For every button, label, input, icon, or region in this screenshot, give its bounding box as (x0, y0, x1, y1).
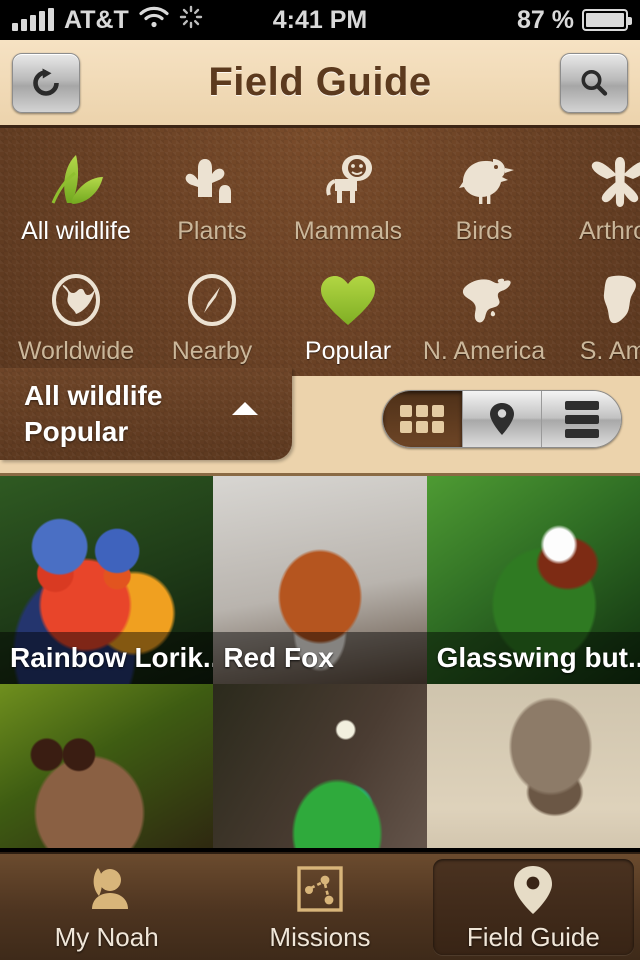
category-label: Mammals (293, 216, 403, 245)
category-plants[interactable]: Plants (144, 136, 280, 256)
category-label: Plants (177, 216, 247, 245)
category-label: Arthrop (579, 216, 640, 245)
globe-icon (45, 267, 107, 333)
search-button[interactable] (560, 52, 628, 113)
search-icon (581, 69, 608, 96)
species-name: Glasswing but... (426, 632, 640, 684)
tab-bar: My Noah Missions Field Guide (0, 852, 640, 960)
species-card[interactable] (426, 684, 640, 848)
grid-icon (400, 405, 445, 433)
heart-icon (317, 267, 379, 333)
category-label: Worldwide (17, 336, 135, 365)
tab-missions[interactable]: Missions (219, 859, 420, 955)
south-america-icon (589, 267, 640, 333)
species-card[interactable] (213, 684, 427, 848)
species-name: Rainbow Lorik... (0, 632, 214, 684)
species-card[interactable]: Red Fox (213, 476, 427, 684)
refresh-icon (33, 68, 59, 96)
battery-percent-label: 87 % (517, 5, 574, 34)
tab-label: Missions (269, 921, 371, 952)
species-card[interactable]: Glasswing but... (426, 476, 640, 684)
species-card[interactable]: Rainbow Lorik... (0, 476, 214, 684)
species-grid: Rainbow Lorik... Red Fox Glasswing but..… (0, 476, 640, 848)
category-row-type[interactable]: All wildlife Plants Mammals Birds Arthr (0, 136, 640, 256)
category-label: All wildlife (21, 216, 131, 245)
category-row-region[interactable]: Worldwide Nearby Popular N. America S. A… (0, 256, 640, 376)
category-label: S. Ame (579, 336, 640, 365)
navigation-bar: Field Guide (0, 40, 640, 128)
map-pin-icon (510, 862, 556, 916)
category-birds[interactable]: Birds (416, 136, 552, 256)
chevron-up-icon[interactable] (232, 402, 258, 415)
cactus-icon (181, 147, 243, 213)
filter-summary[interactable]: All wildlife Popular (0, 368, 292, 460)
tab-my-noah[interactable]: My Noah (6, 859, 207, 955)
refresh-button[interactable] (12, 52, 80, 113)
category-popular[interactable]: Popular (280, 256, 416, 376)
view-option-map[interactable] (461, 391, 542, 447)
status-right: 87 % (517, 5, 632, 35)
filter-bar: All wildlife Popular (0, 376, 640, 476)
tab-label: My Noah (54, 921, 159, 952)
person-leaf-icon (76, 862, 138, 916)
category-all-wildlife[interactable]: All wildlife (8, 136, 144, 256)
view-option-list[interactable] (541, 391, 621, 447)
species-photo (0, 684, 214, 848)
view-option-grid[interactable] (383, 391, 462, 447)
page-title: Field Guide (208, 60, 432, 104)
category-label: Birds (455, 216, 513, 245)
list-icon (564, 400, 599, 438)
category-mammals[interactable]: Mammals (280, 136, 416, 256)
tab-label: Field Guide (466, 921, 600, 952)
category-north-america[interactable]: N. America (416, 256, 552, 376)
leaves-icon (45, 147, 107, 213)
tab-field-guide[interactable]: Field Guide (432, 859, 634, 955)
view-switcher[interactable] (382, 390, 622, 448)
category-arthropods[interactable]: Arthrop (552, 136, 640, 256)
category-label: Popular (304, 336, 392, 365)
status-bar: AT&T 4:41 PM 87 % (0, 0, 640, 40)
category-nearby[interactable]: Nearby (144, 256, 280, 376)
lion-icon (317, 147, 379, 213)
category-south-america[interactable]: S. Ame (552, 256, 640, 376)
battery-icon (582, 9, 632, 31)
dragonfly-icon (589, 147, 640, 213)
category-label: Nearby (171, 336, 253, 365)
north-america-icon (453, 267, 515, 333)
missions-icon (291, 862, 349, 916)
species-name: Red Fox (213, 632, 427, 684)
species-card[interactable] (0, 684, 214, 848)
map-pin-icon (489, 402, 515, 436)
category-worldwide[interactable]: Worldwide (8, 256, 144, 376)
filter-line-2: Popular (24, 416, 129, 447)
species-photo (426, 684, 640, 848)
category-label: N. America (422, 336, 546, 365)
app-root: AT&T 4:41 PM 87 % Field Guide All wildli… (0, 0, 640, 960)
compass-icon (181, 267, 243, 333)
bird-icon (453, 147, 515, 213)
category-panel: All wildlife Plants Mammals Birds Arthr … (0, 128, 640, 476)
species-photo (213, 684, 427, 848)
